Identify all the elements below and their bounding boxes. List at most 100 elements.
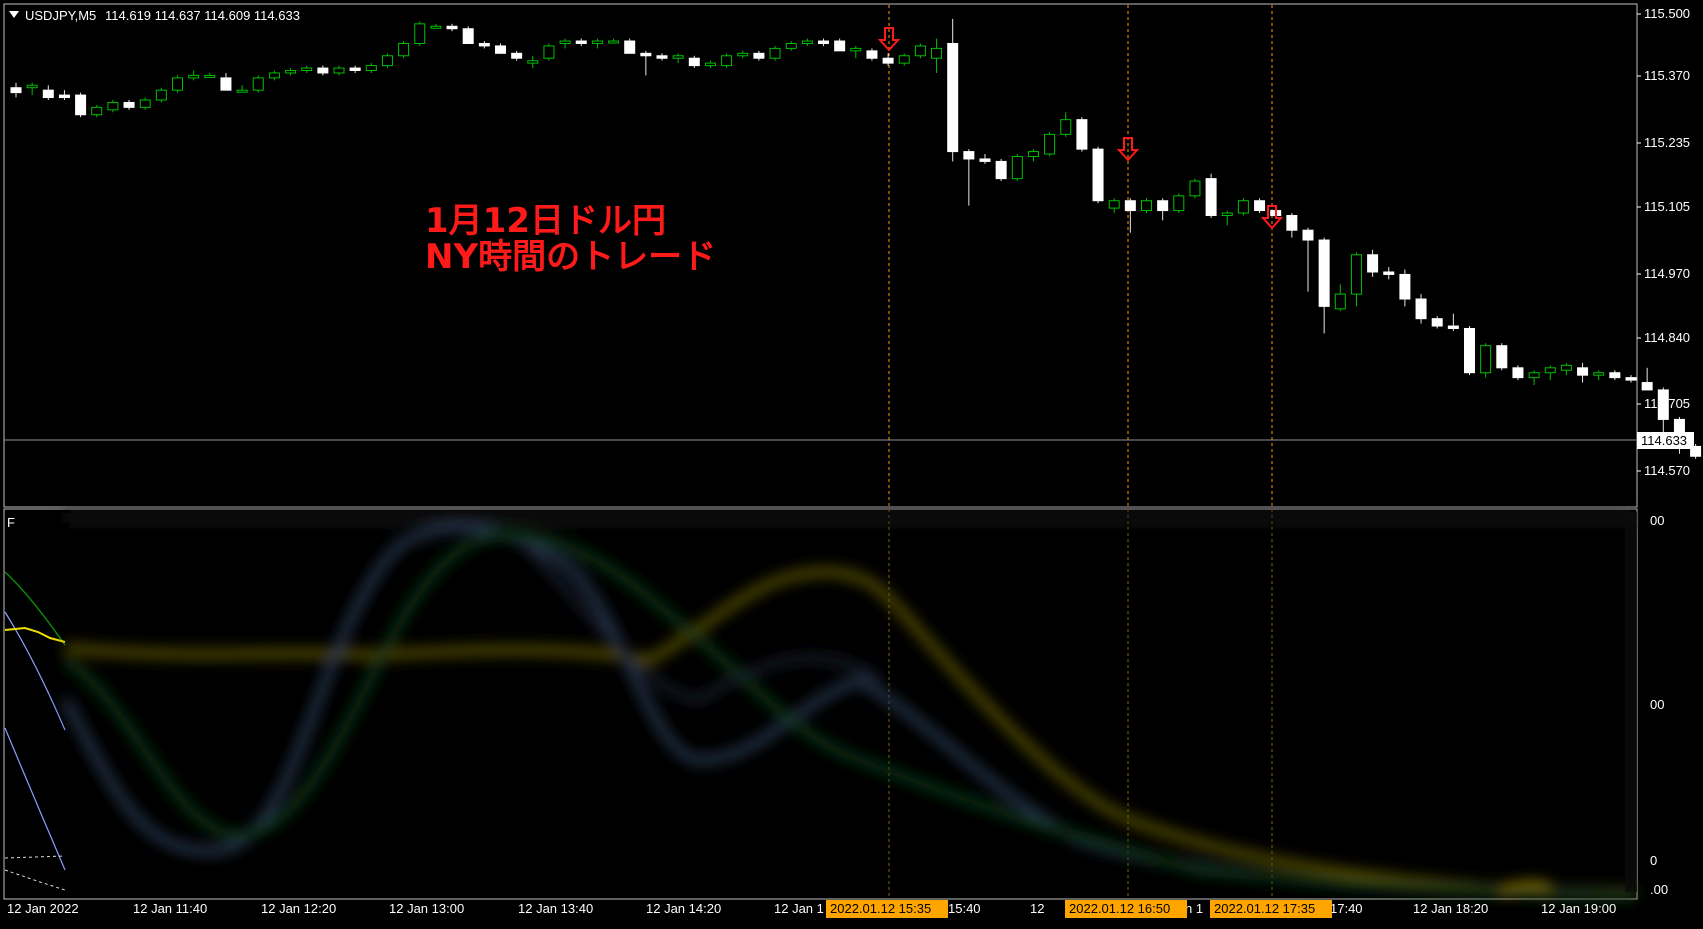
candle-bear bbox=[42, 89, 54, 99]
candle-bear bbox=[963, 151, 975, 160]
candles-group bbox=[10, 18, 1702, 459]
candle-bull bbox=[559, 40, 571, 44]
candle-bear bbox=[753, 52, 765, 59]
time-label: 12 Jan 13:00 bbox=[389, 901, 464, 916]
chart-canvas[interactable]: USDJPY,M5 114.619 114.637 114.609 114.63… bbox=[0, 0, 1703, 924]
candle-bull bbox=[608, 40, 620, 44]
svg-text:F: F bbox=[7, 515, 15, 530]
candle-bull bbox=[1334, 293, 1346, 310]
candle-bear bbox=[979, 158, 991, 162]
time-label: 12 Jan 19:00 bbox=[1541, 901, 1616, 916]
candle-bull bbox=[155, 89, 167, 101]
time-axis[interactable]: 12 Jan 2022 12 Jan 11:40 12 Jan 12:20 12… bbox=[7, 900, 1616, 918]
candle-bear bbox=[1447, 325, 1459, 329]
signal-time-label: 2022.01.12 17:35 bbox=[1214, 901, 1315, 916]
indicator-tick: 00 bbox=[1650, 513, 1664, 528]
indicator-tick: 00 bbox=[1650, 697, 1664, 712]
candle-bull bbox=[1141, 200, 1152, 212]
time-label: 12 Jan 12:20 bbox=[261, 901, 336, 916]
candle-bear bbox=[495, 45, 506, 54]
price-tick: 114.570 bbox=[1644, 463, 1690, 478]
candle-bull bbox=[931, 47, 943, 59]
candle-bull bbox=[285, 70, 297, 74]
candle-bull bbox=[398, 42, 410, 57]
candle-bear bbox=[1512, 367, 1524, 379]
candle-bear bbox=[10, 87, 22, 94]
candle-bull bbox=[543, 45, 555, 59]
main-pane-frame bbox=[3, 3, 1638, 508]
candle-bull bbox=[268, 72, 280, 79]
time-label: 12 Jan 13:40 bbox=[518, 901, 593, 916]
signal-time-label: 2022.01.12 15:35 bbox=[830, 901, 931, 916]
time-label: 12 Jan 2022 bbox=[7, 901, 79, 916]
candle-bear bbox=[575, 40, 587, 44]
candle-bear bbox=[478, 42, 490, 47]
candle-bear bbox=[656, 55, 668, 59]
price-tick: 114.970 bbox=[1644, 266, 1690, 281]
time-label: 12 Jan 18:20 bbox=[1413, 901, 1488, 916]
candle-bull bbox=[591, 40, 603, 44]
candle-bear bbox=[1641, 382, 1653, 391]
candle-bull bbox=[139, 99, 151, 108]
time-label: n 1 bbox=[1185, 901, 1203, 916]
candle-bull bbox=[252, 77, 264, 91]
price-tick: 115.370 bbox=[1644, 68, 1690, 83]
candle-bear bbox=[1318, 239, 1330, 307]
candle-bear bbox=[511, 52, 523, 59]
price-tick: 114.840 bbox=[1644, 330, 1690, 345]
candle-bull bbox=[1350, 254, 1362, 295]
candle-bull bbox=[801, 40, 813, 44]
candle-bear bbox=[624, 40, 636, 54]
candle-bull bbox=[26, 84, 38, 89]
candle-bull bbox=[1528, 372, 1540, 379]
candle-bear bbox=[1383, 271, 1395, 275]
candle-bear bbox=[220, 77, 232, 91]
candle-bull bbox=[1237, 200, 1249, 214]
candle-bull bbox=[236, 89, 248, 93]
time-label: 17:40 bbox=[1330, 901, 1363, 916]
candle-bear bbox=[1464, 327, 1475, 374]
candle-bear bbox=[1399, 273, 1411, 300]
candle-bear bbox=[882, 57, 894, 64]
current-price-label: 114.633 bbox=[1641, 433, 1687, 448]
candle-bear bbox=[1092, 148, 1104, 202]
time-label: 12 Jan 14:20 bbox=[646, 901, 721, 916]
candle-bear bbox=[349, 67, 361, 72]
candle-bear bbox=[818, 40, 829, 44]
candle-bull bbox=[914, 45, 926, 57]
indicator-blue-line-2 bbox=[4, 727, 66, 871]
candle-bear bbox=[1577, 367, 1589, 376]
candle-bear bbox=[995, 160, 1007, 180]
indicator-yellow-line bbox=[4, 626, 66, 643]
candle-bull bbox=[1060, 119, 1072, 135]
candle-bull bbox=[1480, 345, 1492, 374]
price-axis[interactable]: 115.500 115.370 115.235 115.105 114.970 … bbox=[1637, 6, 1694, 478]
candle-bull bbox=[1173, 195, 1185, 212]
candle-bear bbox=[123, 101, 135, 108]
time-label: 12 bbox=[1030, 901, 1044, 916]
candle-bull bbox=[672, 55, 684, 59]
candle-bear bbox=[947, 42, 959, 153]
candle-bear bbox=[317, 67, 329, 74]
candle-bear bbox=[1286, 214, 1298, 231]
menu-triangle-icon[interactable] bbox=[9, 11, 19, 18]
signal-time-label: 2022.01.12 16:50 bbox=[1069, 901, 1170, 916]
chart-window[interactable]: USDJPY,M5 114.619 114.637 114.609 114.63… bbox=[0, 0, 1703, 924]
price-tick: 114.705 bbox=[1644, 396, 1690, 411]
candle-bull bbox=[1044, 133, 1056, 155]
candle-bull bbox=[1221, 212, 1233, 216]
candle-bull bbox=[527, 60, 539, 64]
candle-bear bbox=[1205, 178, 1217, 216]
candle-bull bbox=[1189, 180, 1201, 197]
indicator-tick: .00 bbox=[1650, 882, 1668, 897]
indicator-green-line bbox=[4, 571, 66, 646]
candle-bear bbox=[58, 94, 70, 99]
indicator-blurred bbox=[61, 512, 1637, 900]
candle-bear bbox=[1496, 345, 1508, 369]
candle-bull bbox=[769, 47, 781, 59]
candle-bull bbox=[301, 67, 313, 72]
annotation-line-2: NY時間のトレード bbox=[425, 237, 716, 277]
candle-bear bbox=[1431, 318, 1443, 327]
candle-bear bbox=[1157, 200, 1169, 212]
candle-bull bbox=[188, 74, 200, 79]
